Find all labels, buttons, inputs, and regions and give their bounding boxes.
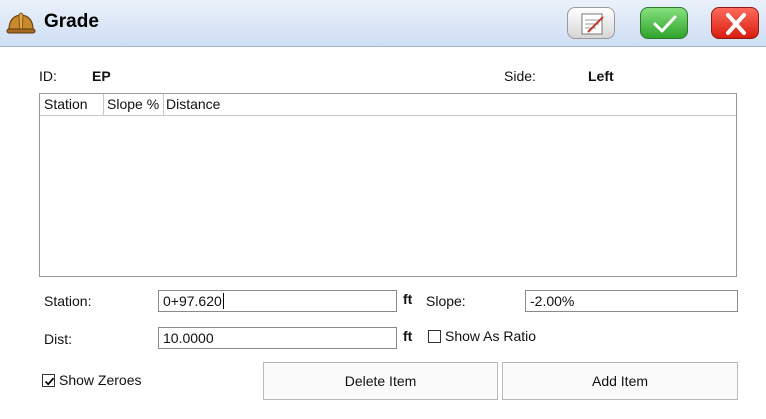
dist-input[interactable]: 10.0000 — [158, 327, 397, 349]
text-caret — [222, 293, 224, 309]
table-header: Station Slope % Distance — [40, 94, 736, 116]
add-item-button[interactable]: Add Item — [502, 362, 738, 400]
title-bar: Grade — [0, 0, 766, 47]
column-header-distance[interactable]: Distance — [164, 94, 284, 115]
window-title: Grade — [44, 11, 99, 32]
hard-hat-icon — [6, 8, 36, 38]
column-header-slope[interactable]: Slope % — [104, 94, 164, 115]
notes-button[interactable] — [567, 7, 615, 39]
show-as-ratio-checkbox[interactable] — [428, 330, 441, 343]
id-value: EP — [92, 68, 111, 84]
slope-input[interactable]: -2.00% — [525, 290, 738, 312]
column-header-station[interactable]: Station — [40, 94, 104, 115]
ok-button[interactable] — [640, 7, 688, 39]
side-label: Side: — [504, 68, 536, 84]
dist-label: Dist: — [44, 331, 72, 347]
show-zeroes-checkbox[interactable] — [42, 374, 55, 387]
station-unit: ft — [403, 291, 413, 307]
slope-input-value: -2.00% — [530, 293, 575, 309]
delete-item-button[interactable]: Delete Item — [263, 362, 498, 400]
station-label: Station: — [44, 293, 92, 309]
show-as-ratio-label[interactable]: Show As Ratio — [445, 328, 536, 344]
dist-input-value: 10.0000 — [163, 330, 214, 346]
id-label: ID: — [39, 68, 57, 84]
cancel-button[interactable] — [711, 7, 759, 39]
show-zeroes-label[interactable]: Show Zeroes — [59, 372, 141, 388]
slope-label: Slope: — [426, 293, 466, 309]
dist-unit: ft — [403, 328, 413, 344]
side-value: Left — [588, 68, 614, 84]
grade-table[interactable]: Station Slope % Distance — [39, 93, 737, 277]
station-input-value: 0+97.620 — [163, 293, 222, 309]
station-input[interactable]: 0+97.620 — [158, 290, 397, 312]
